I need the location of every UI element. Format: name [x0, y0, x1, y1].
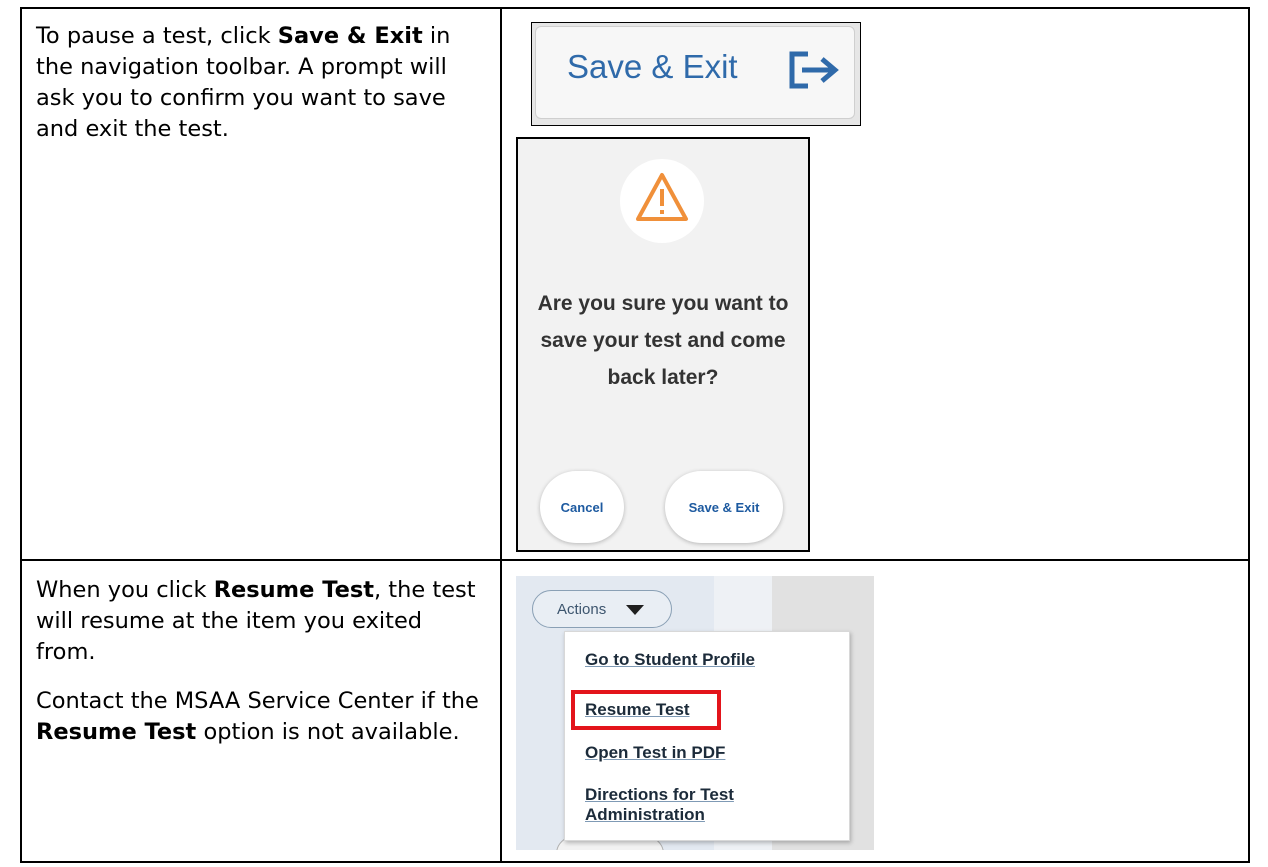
- menu-item-resume-test[interactable]: Resume Test: [585, 700, 690, 720]
- cancel-button[interactable]: Cancel: [540, 471, 624, 543]
- pause-instruction-text: To pause a test, click Save & Exit in th…: [36, 23, 451, 142]
- actions-menu: Go to Student Profile Resume Test Open T…: [564, 631, 850, 841]
- save-exit-button-label: Save & Exit: [567, 48, 738, 85]
- actions-dropdown-button[interactable]: Actions: [532, 590, 672, 628]
- instruction-cell-pause: To pause a test, click Save & Exit in th…: [20, 7, 502, 561]
- service-center-note: Contact the MSAA Service Center if the R…: [36, 688, 479, 745]
- menu-item-open-pdf[interactable]: Open Test in PDF: [585, 743, 725, 763]
- menu-item-directions[interactable]: Directions for Test Administration: [585, 785, 835, 825]
- dialog-message: Are you sure you want to save your test …: [537, 292, 789, 389]
- screenshot-cell-resume: Actions Go to Student Profile Resume Tes…: [500, 559, 1250, 863]
- table-row: To pause a test, click Save & Exit in th…: [20, 7, 1250, 561]
- confirm-save-exit-button[interactable]: Save & Exit: [665, 471, 783, 543]
- table-row: When you click Resume Test, the test wil…: [20, 559, 1250, 863]
- save-exit-emphasis: Save & Exit: [277, 23, 423, 49]
- instructions-table: To pause a test, click Save & Exit in th…: [20, 7, 1250, 863]
- exit-arrow-icon: [789, 51, 839, 89]
- actions-menu-screenshot: Actions Go to Student Profile Resume Tes…: [516, 576, 874, 850]
- warning-triangle-icon: [636, 173, 688, 221]
- menu-item-student-profile[interactable]: Go to Student Profile: [585, 650, 755, 670]
- resume-instruction-text: When you click Resume Test, the test wil…: [36, 577, 476, 665]
- caret-down-icon: [626, 605, 644, 615]
- actions-label: Actions: [557, 601, 607, 618]
- save-exit-button[interactable]: Save & Exit: [535, 26, 855, 119]
- resume-test-emphasis: Resume Test: [213, 577, 374, 603]
- screenshot-cell-pause: Save & Exit Are you sure you want to sav…: [500, 7, 1250, 561]
- resume-test-emphasis: Resume Test: [36, 719, 197, 745]
- confirm-dialog-screenshot: Are you sure you want to save your test …: [516, 137, 810, 552]
- instruction-cell-resume: When you click Resume Test, the test wil…: [20, 559, 502, 863]
- save-exit-button-screenshot: Save & Exit: [531, 22, 861, 126]
